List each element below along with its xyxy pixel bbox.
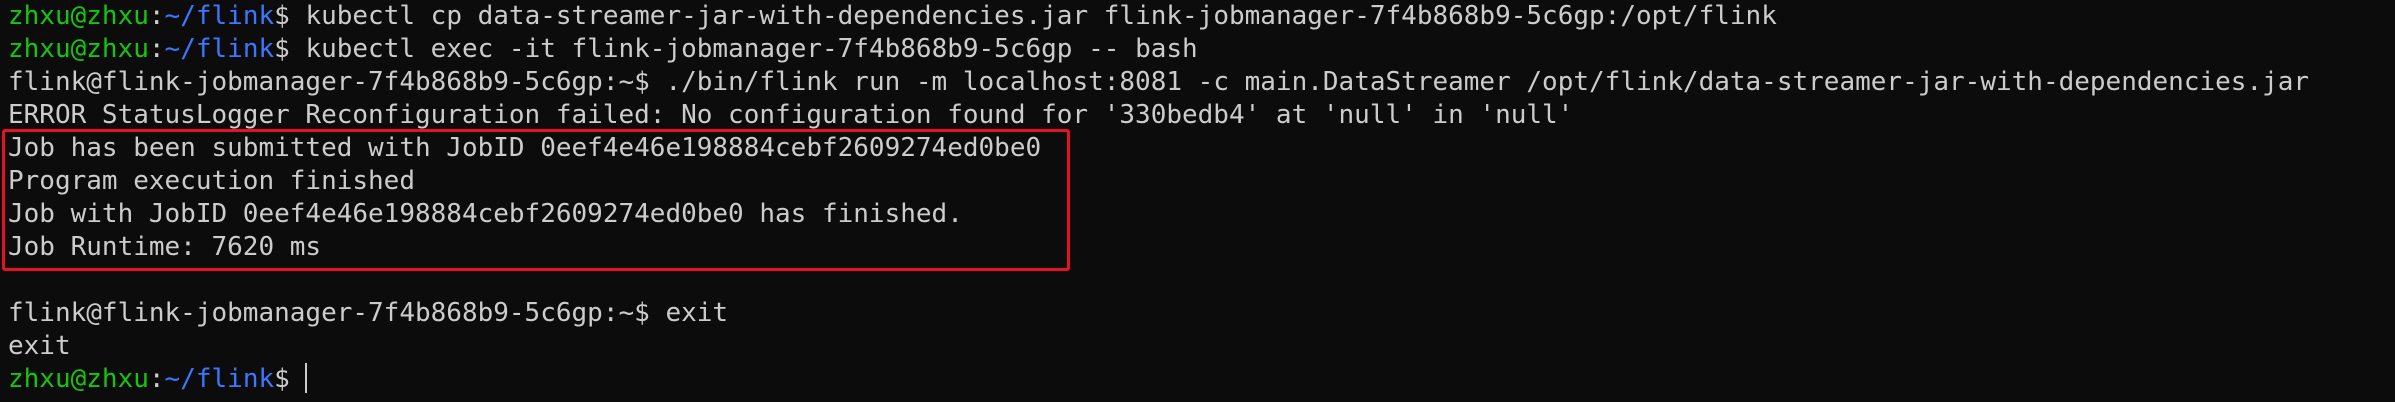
prompt-user: zhxu@zhxu — [8, 364, 149, 394]
output-text: Job with JobID 0eef4e46e198884cebf260927… — [8, 199, 963, 229]
terminal-line-exit-cmd: flink@flink-jobmanager-7f4b868b9-5c6gp:~… — [8, 297, 728, 330]
prompt-symbol: $ — [274, 34, 306, 64]
prompt-path: ~/flink — [164, 34, 275, 64]
output-text: Job Runtime: 7620 ms — [8, 232, 322, 262]
pod-prompt: flink@flink-jobmanager-7f4b868b9-5c6gp:~… — [8, 298, 666, 328]
text-cursor — [305, 363, 308, 393]
output-text: ERROR StatusLogger Reconfiguration faile… — [8, 100, 1574, 130]
pod-prompt: flink@flink-jobmanager-7f4b868b9-5c6gp:~… — [8, 67, 666, 97]
prompt-colon: : — [148, 364, 165, 394]
output-text: exit — [8, 331, 71, 361]
command-text: exit — [665, 298, 729, 328]
prompt-symbol: $ — [274, 1, 306, 31]
output-text: Job has been submitted with JobID 0eef4e… — [8, 133, 1042, 163]
terminal-line-current-prompt[interactable]: zhxu@zhxu:~/flink$ — [8, 363, 308, 396]
output-text: Program execution finished — [8, 166, 415, 196]
terminal-line-job-submitted: Job has been submitted with JobID 0eef4e… — [8, 132, 1041, 165]
terminal-line-exit-output: exit — [8, 330, 71, 363]
command-text: kubectl exec -it flink-jobmanager-7f4b86… — [305, 34, 1198, 64]
terminal-line-flink-run: flink@flink-jobmanager-7f4b868b9-5c6gp:~… — [8, 66, 2309, 99]
prompt-path: ~/flink — [164, 1, 275, 31]
terminal-line-kubectl-exec: zhxu@zhxu:~/flink$ kubectl exec -it flin… — [8, 33, 1198, 66]
command-text: kubectl cp data-streamer-jar-with-depend… — [305, 1, 1777, 31]
prompt-user: zhxu@zhxu — [8, 1, 149, 31]
terminal-line-kubectl-cp: zhxu@zhxu:~/flink$ kubectl cp data-strea… — [8, 0, 1777, 33]
terminal-line-error: ERROR StatusLogger Reconfiguration faile… — [8, 99, 1573, 132]
prompt-path: ~/flink — [164, 364, 275, 394]
prompt-symbol: $ — [274, 364, 306, 394]
terminal-line-job-finished: Job with JobID 0eef4e46e198884cebf260927… — [8, 198, 963, 231]
terminal-line-job-runtime: Job Runtime: 7620 ms — [8, 231, 321, 264]
terminal-line-program-finished: Program execution finished — [8, 165, 415, 198]
prompt-colon: : — [148, 1, 165, 31]
command-text: ./bin/flink run -m localhost:8081 -c mai… — [665, 67, 2310, 97]
prompt-user: zhxu@zhxu — [8, 34, 149, 64]
prompt-colon: : — [148, 34, 165, 64]
terminal-window[interactable]: zhxu@zhxu:~/flink$ kubectl cp data-strea… — [0, 0, 2395, 402]
